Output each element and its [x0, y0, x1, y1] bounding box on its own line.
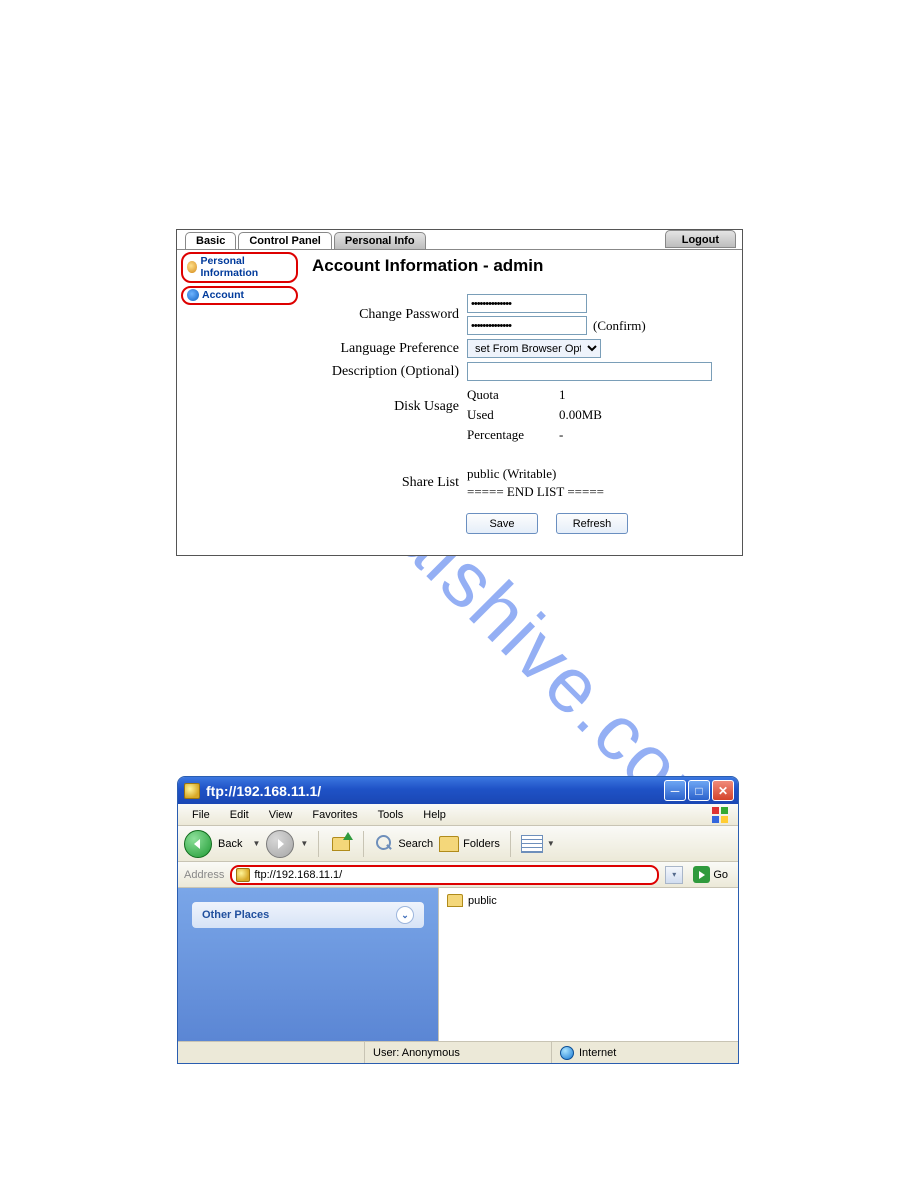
address-field[interactable]: ftp://192.168.11.1/: [230, 865, 659, 885]
window-title: ftp://192.168.11.1/: [206, 783, 321, 799]
language-pref-label: Language Preference: [312, 341, 467, 357]
page-title: Account Information - admin: [312, 256, 732, 276]
folders-label: Folders: [463, 838, 500, 850]
refresh-button[interactable]: Refresh: [556, 513, 628, 534]
other-places-label: Other Places: [202, 909, 269, 921]
admin-sidebar: Personal Information Account: [177, 250, 302, 555]
sidebar-item-account[interactable]: Account: [181, 286, 298, 305]
back-button[interactable]: [184, 830, 212, 858]
sidebar-item-label: Personal Information: [200, 255, 292, 279]
tab-personal-info[interactable]: Personal Info: [334, 232, 426, 249]
go-arrow-icon: [693, 866, 710, 883]
description-input[interactable]: [467, 362, 712, 381]
address-value: ftp://192.168.11.1/: [254, 869, 342, 881]
toolbar-separator: [363, 831, 364, 857]
folder-icon: [447, 894, 463, 907]
menu-edit[interactable]: Edit: [222, 807, 257, 823]
go-label: Go: [713, 869, 728, 881]
change-password-label: Change Password: [312, 307, 467, 323]
admin-main: Account Information - admin Change Passw…: [302, 250, 742, 555]
address-dropdown[interactable]: ▾: [665, 866, 683, 884]
confirm-label: (Confirm): [593, 318, 646, 334]
menu-help[interactable]: Help: [415, 807, 454, 823]
menubar: File Edit View Favorites Tools Help: [178, 804, 738, 826]
internet-zone-icon: [560, 1046, 574, 1060]
password-input[interactable]: [467, 294, 587, 313]
language-select[interactable]: set From Browser Options: [467, 339, 601, 358]
toolbar-separator: [318, 831, 319, 857]
save-button[interactable]: Save: [466, 513, 538, 534]
explorer-window: ftp://192.168.11.1/ ─ □ ✕ File Edit View…: [177, 776, 739, 1064]
file-list-pane[interactable]: public: [438, 888, 738, 1041]
status-zone: Internet: [552, 1042, 738, 1063]
user-icon: [187, 261, 197, 273]
logout-button[interactable]: Logout: [665, 230, 736, 248]
sidebar-item-label: Account: [202, 289, 244, 301]
forward-history-dropdown[interactable]: ▼: [300, 839, 308, 848]
ftp-site-icon: [236, 868, 250, 882]
description-label: Description (Optional): [312, 364, 467, 380]
toolbar-separator: [510, 831, 511, 857]
go-button[interactable]: Go: [689, 865, 732, 885]
windows-flag-icon: [708, 806, 732, 824]
sidebar-item-personal-info[interactable]: Personal Information: [181, 252, 298, 283]
share-list-label: Share List: [312, 475, 467, 491]
folders-icon: [439, 836, 459, 852]
menu-tools[interactable]: Tools: [370, 807, 412, 823]
chevron-down-icon: ⌄: [396, 906, 414, 924]
menu-file[interactable]: File: [184, 807, 218, 823]
search-icon: [374, 834, 394, 854]
tab-basic[interactable]: Basic: [185, 232, 236, 249]
folder-up-icon: [332, 837, 350, 851]
views-button[interactable]: ▼: [521, 835, 555, 853]
share-list-values: public (Writable) ===== END LIST =====: [467, 465, 604, 501]
address-label: Address: [184, 869, 224, 881]
folder-item[interactable]: public: [447, 894, 730, 907]
forward-button[interactable]: [266, 830, 294, 858]
other-places-group[interactable]: Other Places ⌄: [192, 902, 424, 928]
tasks-pane: Other Places ⌄: [178, 888, 438, 1041]
folders-button[interactable]: Folders: [439, 836, 500, 852]
admin-tabs: Basic Control Panel Personal Info Logout: [177, 230, 742, 250]
tab-control-panel[interactable]: Control Panel: [238, 232, 332, 249]
titlebar[interactable]: ftp://192.168.11.1/ ─ □ ✕: [178, 777, 738, 804]
disk-usage-label: Disk Usage: [312, 385, 467, 445]
views-icon: [521, 835, 543, 853]
close-button[interactable]: ✕: [712, 780, 734, 801]
status-user: User: Anonymous: [365, 1042, 552, 1063]
ftp-site-icon: [184, 783, 200, 799]
views-dropdown-icon: ▼: [547, 839, 555, 848]
admin-panel: Basic Control Panel Personal Info Logout…: [176, 229, 743, 556]
back-label[interactable]: Back: [218, 838, 242, 850]
back-history-dropdown[interactable]: ▼: [252, 839, 260, 848]
menu-favorites[interactable]: Favorites: [304, 807, 365, 823]
toolbar: Back ▼ ▼ Search Folders ▼: [178, 826, 738, 862]
minimize-button[interactable]: ─: [664, 780, 686, 801]
folder-name: public: [468, 895, 497, 907]
maximize-button[interactable]: □: [688, 780, 710, 801]
menu-view[interactable]: View: [261, 807, 301, 823]
disk-usage-values: Quota1 Used0.00MB Percentage-: [467, 385, 732, 445]
status-empty: [178, 1042, 365, 1063]
search-label: Search: [398, 838, 433, 850]
addressbar: Address ftp://192.168.11.1/ ▾ Go: [178, 862, 738, 888]
password-confirm-input[interactable]: [467, 316, 587, 335]
search-button[interactable]: Search: [374, 834, 433, 854]
account-icon: [187, 289, 199, 301]
statusbar: User: Anonymous Internet: [178, 1041, 738, 1063]
up-button[interactable]: [329, 832, 353, 856]
